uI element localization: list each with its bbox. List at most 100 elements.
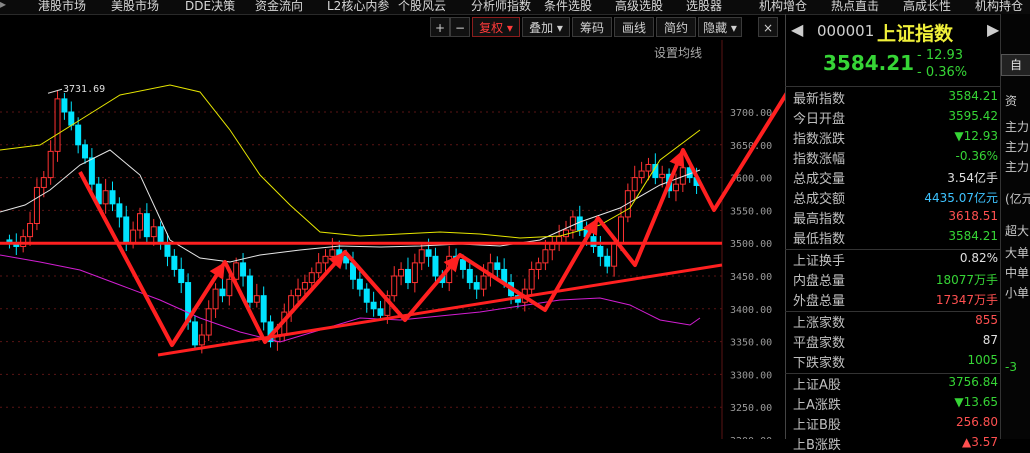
quote-value: 17347万手 [936,291,998,308]
capital-flow-label: 主力 [1005,158,1029,175]
candle-body [220,289,225,296]
quote-label: 上B涨跌 [793,434,841,453]
candle-body [83,145,88,158]
candle-body [399,269,404,276]
capital-flow-label: -3 [1005,360,1017,374]
candle-body [536,263,541,270]
candle-body [158,227,163,243]
candle-body [577,217,582,230]
quote-value: 3618.51 [948,209,998,223]
price-change-pct: - 0.36% [917,65,967,80]
quote-label: 内盘总量 [793,270,845,289]
menu-item-inst-holdings[interactable]: 机构持仓 [975,0,1023,14]
candle-body [48,151,53,177]
candle-body [618,217,623,243]
tick-label: 3700.00 [730,108,772,119]
hide-button[interactable]: 隐藏 ▾ [698,17,742,37]
capital-flow-label: 大单 [1005,244,1029,261]
candle-body [144,214,149,237]
quote-value: 3.54亿手 [947,169,998,186]
candle-body [261,296,266,322]
side-self-select-button[interactable]: 自 [1001,54,1030,76]
candle-body [247,276,252,302]
candle-body [673,184,678,191]
price-axis: 3700.003650.003600.003550.003500.003450.… [730,108,772,439]
candle-body [481,276,486,289]
candle-body [28,224,33,237]
quote-value: 1005 [967,353,998,367]
capital-flow-label: 小单 [1005,284,1029,301]
zoom-out-button[interactable]: − [450,17,470,37]
close-chart-button[interactable]: × [758,17,778,37]
current-price: 3584.21 [823,51,914,75]
price-change: - 12.93 [917,48,963,63]
prev-stock-icon[interactable]: ◀ [791,20,803,39]
candle-body [426,250,431,257]
candle-body [639,171,644,178]
quote-value: 0.82% [960,251,998,265]
candle-body [137,214,142,230]
candle-body [433,256,438,276]
quote-label: 上A涨跌 [793,394,841,413]
quote-value: ▼12.93 [954,129,998,143]
quote-value: 3595.42 [948,109,998,123]
candle-body [69,112,74,125]
capital-flow-label: 中单 [1005,264,1029,281]
candle-body [412,263,417,283]
quote-value: 87 [983,333,998,347]
candle-body [254,296,259,303]
candle-body [309,273,314,283]
quote-label: 下跌家数 [793,352,845,371]
candle-body [76,125,81,145]
chips-button[interactable]: 筹码 [572,17,612,37]
capital-flow-label: 超大 [1005,222,1029,239]
ma-settings-link[interactable]: 设置均线 [654,44,702,61]
quote-value: ▼13.65 [954,395,998,409]
quote-value: 18077万手 [936,271,998,288]
quote-label: 上涨家数 [793,312,845,331]
candle-body [467,269,472,282]
candle-body [357,279,362,289]
candle-body [213,289,218,309]
moving-averages [0,85,700,342]
candle-body [124,217,129,243]
tick-label: 3500.00 [730,239,772,250]
next-stock-icon[interactable]: ▶ [987,20,999,39]
candle-body [543,250,548,263]
quote-label: 指数涨幅 [793,148,845,167]
candle-body [316,263,321,273]
hide-label: 隐藏 [703,21,727,35]
candle-body [62,99,67,112]
quote-label: 今日开盘 [793,108,845,127]
draw-line-button[interactable]: 画线 [614,17,654,37]
candle-body [21,237,26,247]
kline-chart[interactable]: 3700.003650.003600.003550.003500.003450.… [0,0,785,439]
menu-item-high-growth[interactable]: 高成长性 [903,0,951,14]
high-marker-line [48,89,62,93]
quote-label: 总成交额 [793,188,845,207]
candle-body [570,217,575,230]
quote-label: 上证B股 [793,414,841,433]
candle-body [419,250,424,263]
candle-body [612,243,617,266]
tick-label: 3400.00 [730,305,772,316]
zoom-in-button[interactable]: + [430,17,450,37]
menu-item-hot-topics[interactable]: 热点直击 [831,0,879,14]
overlay-button[interactable]: 叠加 ▾ [522,17,570,37]
capital-flow-label: 主力 [1005,118,1029,135]
quote-value: 3584.21 [948,89,998,103]
fuquan-button[interactable]: 复权 ▾ [472,17,520,37]
candle-body [302,283,307,290]
candle-body [34,187,39,223]
quote-label: 外盘总量 [793,290,845,309]
simple-mode-button[interactable]: 简约 [656,17,696,37]
quote-value: 855 [975,313,998,327]
quote-label: 上证A股 [793,374,841,393]
quote-value: -0.36% [956,149,998,163]
candle-body [474,283,479,290]
candle-body [605,256,610,266]
candle-body [117,204,122,217]
candle-body [103,191,108,204]
candle-body [55,99,60,151]
quote-label: 总成交量 [793,168,845,187]
